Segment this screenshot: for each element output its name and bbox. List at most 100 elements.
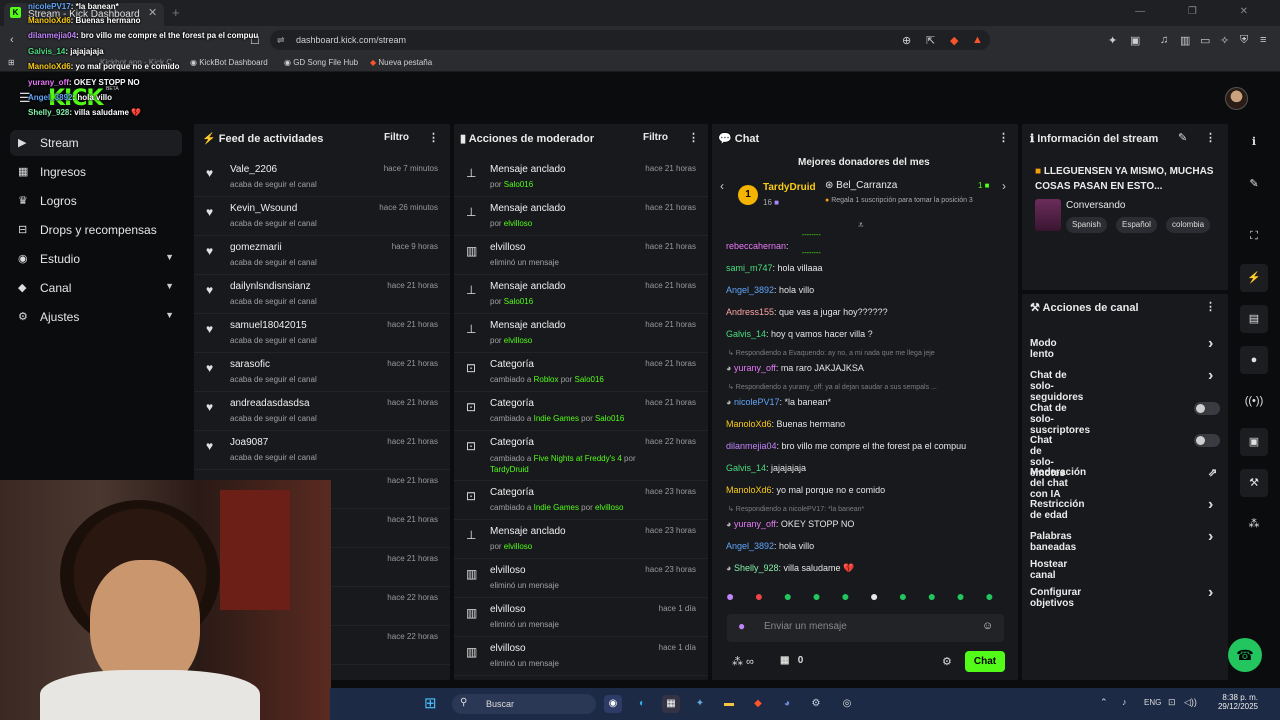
list-item[interactable]: ♥ dailynlsndisnsianz acaba de seguir el ca…	[194, 275, 450, 314]
chat-username[interactable]: nicolePV17	[734, 397, 780, 407]
follower-name[interactable]: samuel18042015	[230, 320, 307, 331]
chat-username[interactable]: rebeccahernan	[726, 241, 786, 251]
window-controls[interactable]: — ❐ ✕	[1135, 6, 1268, 17]
site-info-icon[interactable]: ⇌	[277, 35, 285, 46]
tag-espanol[interactable]: Español	[1116, 217, 1157, 233]
brave-shield-icon[interactable]: ◆	[950, 34, 958, 47]
bookmark-gd-song[interactable]: ◉ GD Song File Hub	[284, 58, 358, 67]
broadcast-icon[interactable]: ((•))	[1240, 387, 1268, 415]
follower-name[interactable]: Vale_2206	[230, 164, 277, 175]
follower-name[interactable]: dailynlsndisnsianz	[230, 281, 311, 292]
more-options-icon[interactable]: ⋮	[1205, 300, 1216, 313]
folder-icon[interactable]: ▬	[720, 695, 738, 713]
tag-colombia[interactable]: colombia	[1166, 217, 1211, 233]
list-item[interactable]: ♥ Joa9087 acaba de seguir el canal hace 21 …	[194, 431, 450, 470]
follower-name[interactable]: sarasofic	[230, 359, 270, 370]
channel-action-6[interactable]: Palabras baneadas	[1030, 531, 1076, 553]
info-icon[interactable]: ℹ	[1240, 128, 1268, 156]
taskbar-search[interactable]: Buscar	[452, 694, 596, 714]
chat-message[interactable]: ◕ nicolePV17: *la banean*	[726, 397, 831, 407]
network-icon[interactable]: ⊡	[1168, 697, 1176, 708]
emoji-icon[interactable]: ☺	[982, 620, 993, 632]
emote-icon[interactable]: ●	[899, 588, 907, 604]
chat-message[interactable]: ◕ yurany_off: OKEY STOPP NO	[726, 519, 854, 529]
category-link[interactable]: Indie Games	[534, 503, 579, 512]
moderator-name[interactable]: elvilloso	[595, 503, 623, 512]
language-indicator[interactable]: ENG	[1144, 698, 1161, 707]
leo-icon[interactable]: ✧	[1220, 34, 1229, 47]
list-item[interactable]: ♥ Kevin_Wsound acaba de seguir el canal hac…	[194, 197, 450, 236]
chat-username[interactable]: Galvis_14	[726, 463, 766, 473]
share-nodes-icon[interactable]: ⁂	[1240, 510, 1268, 538]
prev-arrow-icon[interactable]: ‹	[720, 179, 724, 193]
discord-icon[interactable]: ◕	[778, 695, 796, 713]
collapse-icon[interactable]: ⩡	[858, 220, 864, 231]
wrench-icon[interactable]: ⚒	[1240, 469, 1268, 497]
chat-message[interactable]: rebeccahernan:	[726, 241, 789, 251]
volume-icon[interactable]: ◁))	[1184, 697, 1197, 708]
tag-spanish[interactable]: Spanish	[1066, 217, 1107, 233]
sidebar-item-logros[interactable]: ♛ Logros	[10, 188, 182, 214]
brave-icon[interactable]: ◆	[749, 695, 767, 713]
windows-start-icon[interactable]: ⊞	[424, 694, 437, 712]
channel-action-8[interactable]: Configurar objetivos	[1030, 587, 1081, 609]
headset-icon[interactable]: ☎	[1228, 638, 1262, 672]
emote-icon[interactable]: ●	[870, 588, 878, 604]
steam-icon[interactable]: ⚙	[807, 695, 825, 713]
chat-username[interactable]: ManoloXd6	[726, 419, 772, 429]
chat-message[interactable]: dilanmejia04: bro villo me compre el the…	[726, 441, 966, 451]
chat-message[interactable]: Angel_3892: hola villo	[726, 541, 814, 551]
chat-message[interactable]: ManoloXd6: yo mal porque no e comido	[726, 485, 885, 495]
sidebar-item-canal[interactable]: ◆ Canal ▼	[10, 275, 182, 301]
chat-message[interactable]: Galvis_14: jajajajaja	[726, 463, 806, 473]
share-icon[interactable]: ⇱	[926, 34, 935, 47]
chat-message[interactable]: ◕ Shelly_928: villa saludame 💔	[726, 563, 854, 574]
follower-name[interactable]: andreadasdasdsa	[230, 398, 310, 409]
emote-icon[interactable]: ●	[784, 588, 792, 604]
sidebar-item-ingresos[interactable]: ▦ Ingresos	[10, 159, 182, 185]
moderator-name[interactable]: elvilloso	[504, 219, 532, 228]
emote-icon[interactable]: ●	[812, 588, 820, 604]
list-item[interactable]: ♥ sarasofic acaba de seguir el canal hace 2…	[194, 353, 450, 392]
menu-icon[interactable]: ≡	[1260, 34, 1266, 46]
vpn-icon[interactable]: ⛨	[1240, 34, 1248, 47]
store-icon[interactable]: ▦	[662, 695, 680, 713]
chat-username[interactable]: sami_m747	[726, 263, 773, 273]
apps-icon[interactable]: ⊞	[8, 58, 15, 67]
chevron-right-icon[interactable]: ›	[1208, 584, 1213, 602]
second-donor[interactable]: ⊛ Bel_Carranza	[825, 180, 897, 191]
notes-icon[interactable]: ▤	[1240, 305, 1268, 333]
list-item[interactable]: ♥ samuel18042015 acaba de seguir el canal h…	[194, 314, 450, 353]
list-item[interactable]: ♥ gomezmarii acaba de seguir el canal hace …	[194, 236, 450, 275]
channel-action-7[interactable]: Hostear canal	[1030, 559, 1067, 581]
new-tab-icon[interactable]: +	[172, 5, 180, 20]
sidebar-item-drops[interactable]: ⊟ Drops y recompensas	[10, 217, 182, 243]
channel-points[interactable]: ▦ 0	[780, 655, 803, 666]
tray-chevron-icon[interactable]: ⌃	[1100, 697, 1108, 708]
toggle-switch[interactable]	[1194, 402, 1220, 415]
chat-username[interactable]: Shelly_928	[734, 563, 779, 573]
top-donor-name[interactable]: TardyDruid	[763, 182, 816, 193]
send-chat-button[interactable]: Chat	[965, 651, 1005, 672]
gear-icon[interactable]: ⚙	[942, 655, 952, 668]
zoom-icon[interactable]: ⊕	[902, 34, 911, 47]
mic-tray-icon[interactable]: ♪	[1122, 697, 1127, 707]
filter-button[interactable]: Filtro	[384, 132, 409, 143]
chat-settings-icon[interactable]: ⁂ ∞	[732, 655, 754, 668]
more-options-icon[interactable]: ⋮	[428, 131, 439, 144]
moderator-name[interactable]: TardyDruid	[490, 465, 529, 474]
obs-icon[interactable]: ◎	[838, 695, 856, 713]
category-name[interactable]: Conversando	[1066, 200, 1125, 211]
edit-icon[interactable]: ✎	[1178, 131, 1187, 144]
external-link-icon[interactable]: ⇗	[1208, 466, 1217, 479]
chevron-right-icon[interactable]: ›	[1208, 367, 1213, 385]
category-link[interactable]: Roblox	[534, 375, 559, 384]
list-item[interactable]: ♥ Vale_2206 acaba de seguir el canal hace 7…	[194, 158, 450, 197]
chevron-right-icon[interactable]: ›	[1208, 496, 1213, 514]
toggle-switch[interactable]	[1194, 434, 1220, 447]
chevron-right-icon[interactable]: ›	[1208, 528, 1213, 546]
filter-button[interactable]: Filtro	[643, 132, 668, 143]
flash-icon[interactable]: ⚡	[1240, 264, 1268, 292]
chat-message[interactable]: ◕ yurany_off: ma raro JAKJAJKSA	[726, 363, 864, 373]
sidebar-item-ajustes[interactable]: ⚙ Ajustes ▼	[10, 304, 182, 330]
